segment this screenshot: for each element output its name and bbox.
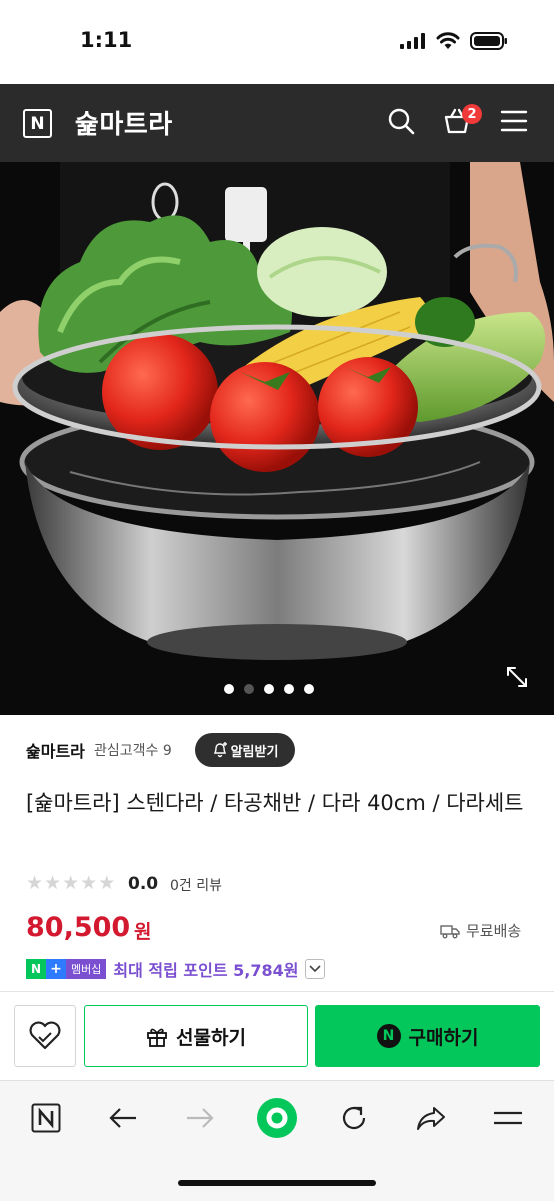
refresh-button[interactable] [336, 1100, 372, 1136]
points-expand-button[interactable] [305, 959, 326, 979]
gallery-pagination [0, 683, 546, 695]
refresh-icon [342, 1106, 366, 1130]
battery-icon [470, 32, 507, 50]
truck-icon [440, 924, 460, 938]
gallery-dot[interactable] [264, 684, 274, 694]
price-value: 80,500 [26, 912, 131, 943]
bell-plus-icon [213, 742, 227, 758]
star-icon: ★ [26, 872, 44, 894]
green-dot-button[interactable] [256, 1097, 298, 1139]
star-icon: ★ [98, 872, 116, 894]
gallery-dot[interactable] [284, 684, 294, 694]
seller-name[interactable]: 슕마트라 [26, 738, 85, 762]
signal-icon [400, 33, 425, 49]
share-button[interactable] [413, 1100, 449, 1136]
notify-label: 알림받기 [230, 744, 279, 760]
membership-label: 멤버십 [66, 959, 107, 979]
naver-plus-membership-badge: N + 멤버십 [26, 959, 107, 979]
naver-pay-icon: N [376, 1024, 401, 1048]
gallery-dot[interactable] [224, 684, 234, 694]
search-icon [388, 108, 415, 135]
status-time: 1:11 [80, 28, 133, 52]
menu-button[interactable] [497, 104, 531, 138]
wishlist-button[interactable] [14, 1005, 76, 1067]
gallery-dot[interactable] [304, 684, 314, 694]
product-title: [슕마트라] 스텐다라 / 타공채반 / 다라 40cm / 다라세트 [26, 791, 524, 815]
star-icon: ★ [62, 872, 80, 894]
forward-button[interactable] [182, 1100, 218, 1136]
membership-plus-badge: + [46, 959, 66, 979]
rating-value: 0.0 [128, 874, 159, 894]
store-title[interactable]: 슕마트라 [75, 104, 173, 141]
gift-button[interactable]: 선물하기 [84, 1005, 308, 1067]
shipping-info: 무료배송 [440, 920, 521, 941]
gallery-dot-active[interactable] [244, 684, 254, 694]
status-icons [400, 32, 508, 50]
expand-icon [507, 667, 527, 687]
search-button[interactable] [384, 104, 418, 138]
price-unit: 원 [134, 921, 152, 943]
expand-image-button[interactable] [504, 664, 530, 690]
star-icon: ★ [80, 872, 98, 894]
naver-n-icon [31, 1103, 61, 1133]
chevron-down-icon [309, 965, 322, 973]
naver-home-button[interactable] [28, 1100, 64, 1136]
wifi-icon [436, 32, 460, 49]
arrow-right-icon [187, 1108, 214, 1128]
membership-n-badge: N [26, 959, 46, 979]
naver-logo[interactable]: N [23, 109, 52, 138]
arrow-left-icon [109, 1108, 136, 1128]
membership-points-row[interactable]: N + 멤버십 최대 적립 포인트 5,784원 [26, 957, 326, 981]
star-icon: ★ [44, 872, 62, 894]
gift-label: 선물하기 [176, 1026, 246, 1049]
buy-label: 구매하기 [408, 1026, 479, 1049]
browser-menu-button[interactable] [490, 1100, 526, 1136]
max-points-text: 최대 적립 포인트 5,784원 [113, 961, 299, 980]
back-button[interactable] [105, 1100, 141, 1136]
product-image[interactable] [0, 162, 554, 715]
seller-fan-count: 관심고객수 9 [94, 743, 172, 759]
notify-button[interactable]: 알림받기 [195, 733, 295, 767]
share-icon [417, 1107, 445, 1130]
menu-lines-icon [494, 1111, 522, 1125]
home-indicator [178, 1180, 376, 1186]
menu-icon [500, 110, 528, 132]
divider [0, 991, 554, 992]
heart-icon [29, 1021, 61, 1050]
rating-stars: ★ ★ ★ ★ ★ [26, 872, 115, 894]
review-count-link[interactable]: 0건 리뷰 [170, 875, 222, 895]
buy-button[interactable]: N 구매하기 [315, 1005, 540, 1067]
product-photo [0, 162, 554, 715]
shipping-label: 무료배송 [466, 922, 522, 940]
cart-count-badge: 2 [462, 104, 482, 124]
green-dot-icon [257, 1098, 297, 1138]
gift-icon [147, 1028, 167, 1047]
